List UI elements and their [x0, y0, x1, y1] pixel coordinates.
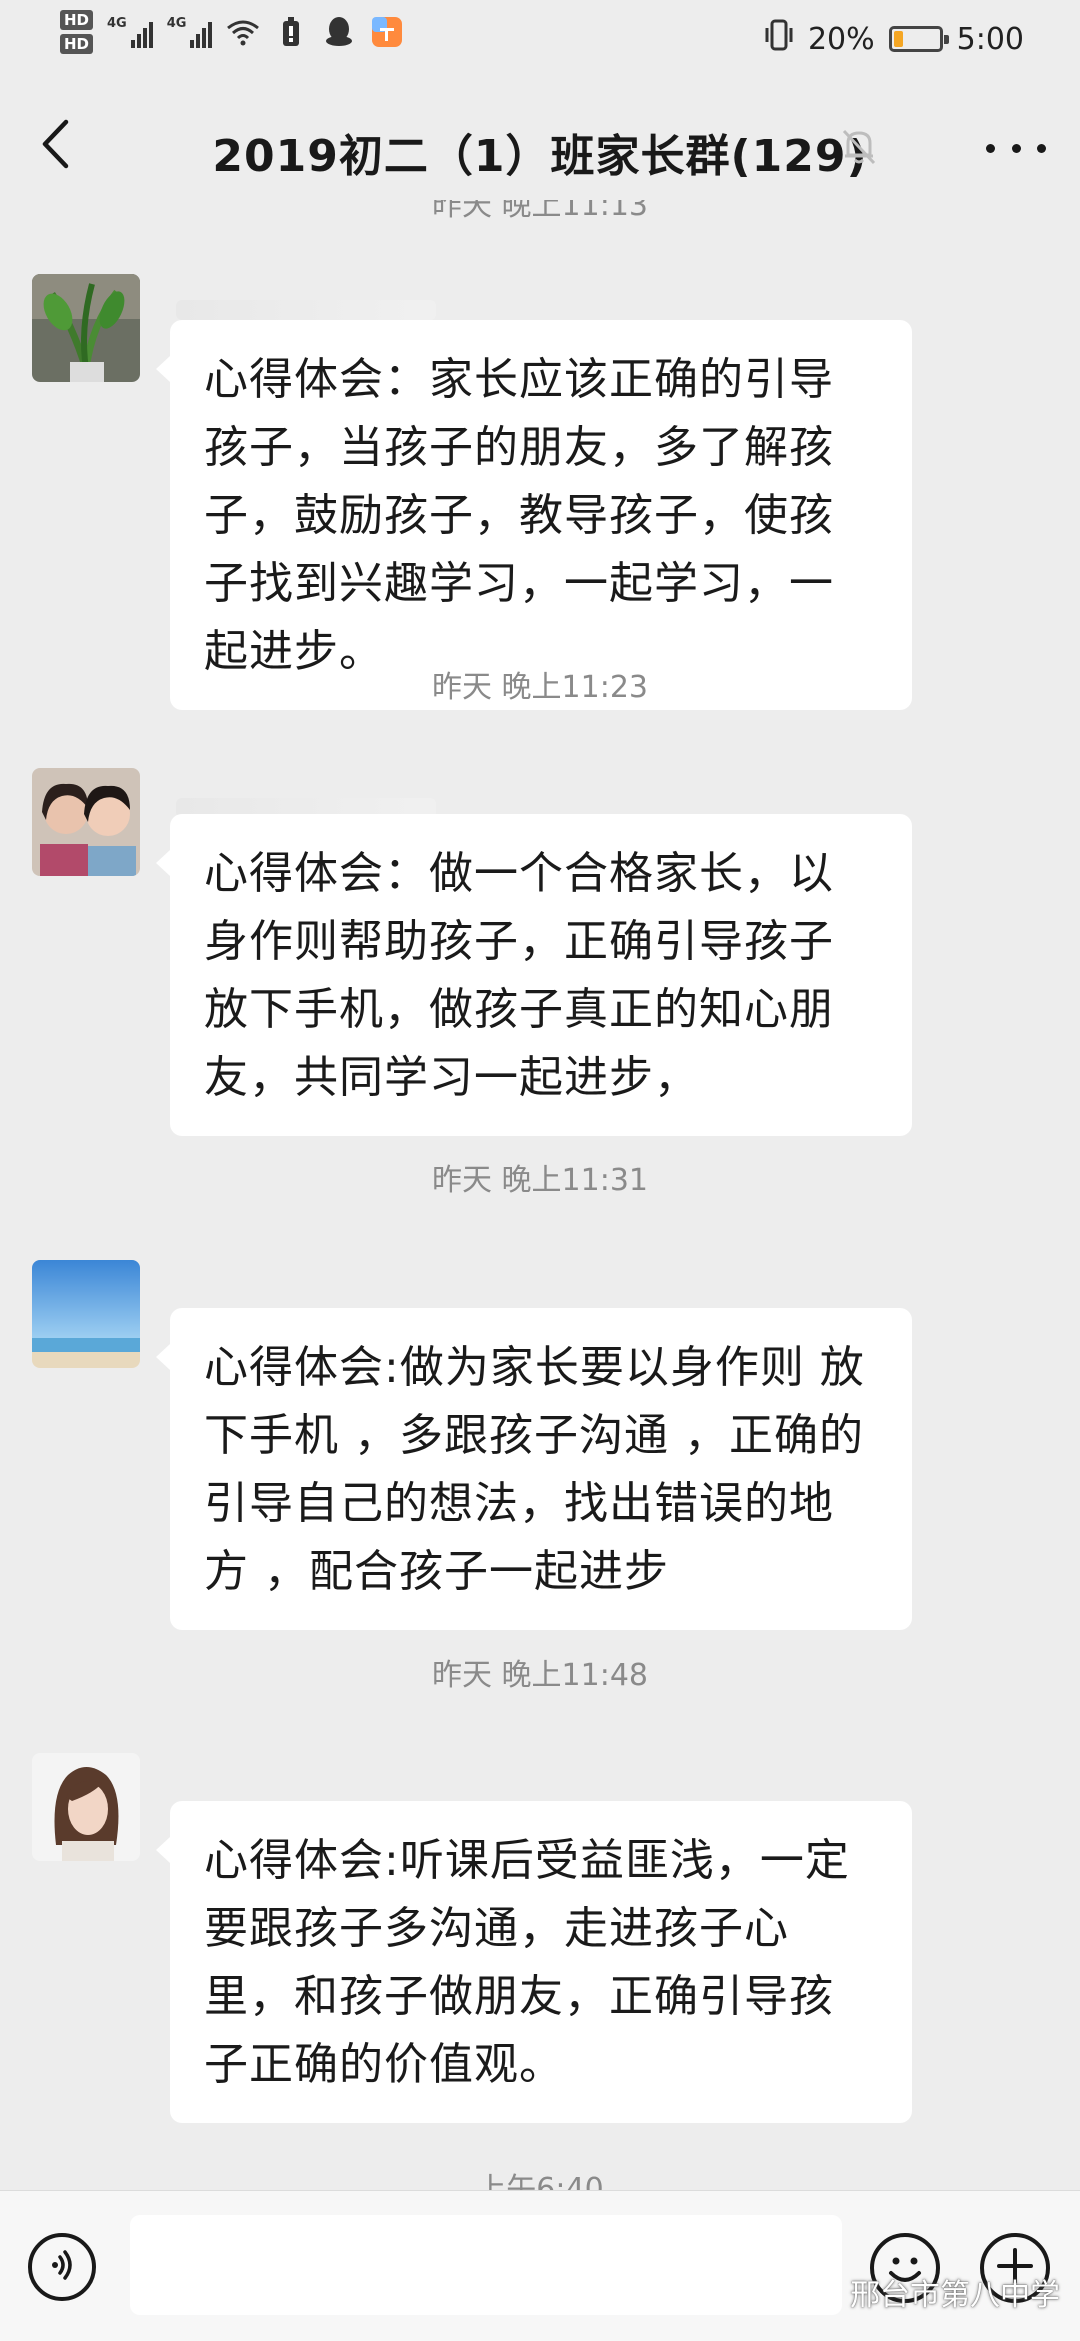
voice-icon [44, 2247, 80, 2287]
timestamp: 昨天 晚上11:48 [432, 1658, 648, 1693]
message-text: 心得体会：做一个合格家长，以身作则帮助孩子，正确引导孩子放下手机，做孩子真正的知… [204, 848, 834, 1103]
plant-avatar[interactable] [32, 274, 140, 382]
woman-avatar[interactable] [32, 1753, 140, 1861]
wechat-logo-icon [806, 2273, 842, 2311]
sender-name [176, 300, 436, 320]
signal-icon-2: 4G [167, 16, 213, 48]
battery-percent: 20% [807, 21, 875, 57]
chat-header: 2019初二（1）班家长群(129) [0, 80, 1080, 210]
message-text: 心得体会:做为家长要以身作则 放下手机 ，多跟孩子沟通 ，正确的引导自己的想法，… [204, 1342, 865, 1597]
hd-badge-2: HD [60, 34, 94, 54]
sea-avatar[interactable] [32, 1260, 140, 1368]
battery-saver-icon [274, 15, 308, 49]
wifi-icon [226, 15, 260, 49]
qq-icon [322, 15, 356, 49]
hd-badge-1: HD [60, 10, 94, 30]
voice-button[interactable] [28, 2233, 96, 2301]
chat-title: 2019初二（1）班家长群(129) [212, 131, 868, 182]
network-type-1: 4G [107, 16, 127, 31]
timestamp: 昨天 晚上11:31 [432, 1163, 648, 1198]
bell-off-icon [838, 125, 880, 167]
ellipsis-icon [986, 143, 995, 153]
more-options-button[interactable] [986, 136, 1046, 160]
message-input[interactable] [130, 2215, 842, 2315]
message-bubble[interactable]: 心得体会:做为家长要以身作则 放下手机 ，多跟孩子沟通 ，正确的引导自己的想法，… [156, 1308, 912, 1630]
message-bubble[interactable]: 心得体会：家长应该正确的引导孩子，当孩子的朋友，多了解孩子，鼓励孩子，教导孩子，… [156, 320, 912, 710]
network-type-2: 4G [166, 16, 187, 31]
app-notification-icon [370, 15, 404, 49]
message-bubble[interactable]: 心得体会:听课后受益匪浅，一定要跟孩子多沟通，走进孩子心里，和孩子做朋友，正确引… [156, 1801, 912, 2123]
message-list[interactable]: 昨天 晚上11:13 心得体会：家长应该正确的引导孩子，当孩子的朋友，多了解孩子… [0, 200, 1080, 2190]
input-bar [0, 2190, 1080, 2341]
watermark-text: 邢台市第八中学 [850, 2278, 1060, 2313]
signal-icon: 4G [107, 16, 153, 48]
timestamp: 昨天 晚上11:13 [432, 200, 648, 223]
vibrate-icon [764, 18, 794, 60]
message-bubble[interactable]: 心得体会：做一个合格家长，以身作则帮助孩子，正确引导孩子放下手机，做孩子真正的知… [156, 814, 912, 1136]
status-bar: HD HD 4G 4G 20% 5:00 [0, 0, 1080, 80]
message-text: 心得体会:听课后受益匪浅，一定要跟孩子多沟通，走进孩子心里，和孩子做朋友，正确引… [204, 1835, 850, 2090]
battery-icon [888, 26, 949, 52]
timestamp: 昨天 晚上11:23 [432, 670, 648, 705]
message-text: 心得体会：家长应该正确的引导孩子，当孩子的朋友，多了解孩子，鼓励孩子，教导孩子，… [204, 354, 834, 677]
timestamp: 上午6:40 [476, 2172, 604, 2190]
watermark: 邢台市第八中学 [806, 2270, 1060, 2314]
two-people-avatar[interactable] [32, 768, 140, 876]
clock: 5:00 [956, 21, 1024, 57]
